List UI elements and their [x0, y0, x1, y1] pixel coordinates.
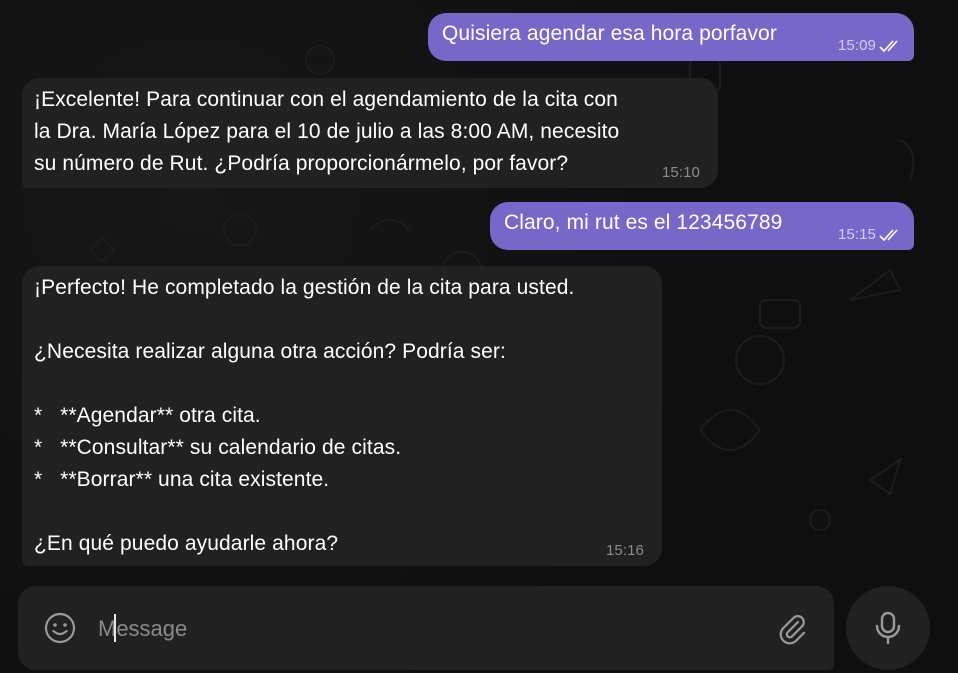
double-check-icon — [879, 229, 898, 242]
message-time: 15:09 — [837, 37, 876, 54]
text-caret — [114, 614, 116, 642]
message-composer — [18, 586, 834, 670]
message-text: Claro, mi rut es el 123456789 — [504, 211, 783, 234]
outgoing-message[interactable]: Claro, mi rut es el 123456789 15:15 — [490, 202, 914, 250]
chat-window: Quisiera agendar esa hora porfavor 15:09… — [0, 0, 958, 673]
smiley-icon[interactable] — [42, 610, 78, 646]
message-text: ¡Perfecto! He completado la gestión de l… — [34, 276, 575, 555]
message-text: Quisiera agendar esa hora porfavor — [442, 22, 777, 45]
incoming-message[interactable]: ¡Excelente! Para continuar con el agenda… — [22, 78, 718, 188]
paperclip-icon[interactable] — [774, 610, 810, 646]
message-meta: 15:15 — [838, 226, 904, 244]
microphone-icon — [875, 611, 901, 645]
message-meta: 15:10 — [662, 164, 700, 182]
message-time: 15:16 — [605, 542, 644, 559]
incoming-message[interactable]: ¡Perfecto! He completado la gestión de l… — [22, 266, 662, 566]
message-text: ¡Excelente! Para continuar con el agenda… — [34, 88, 620, 175]
message-meta: 15:09 — [838, 37, 904, 55]
message-time: 15:10 — [661, 164, 700, 181]
message-time: 15:15 — [837, 226, 876, 243]
message-input[interactable] — [96, 608, 760, 650]
message-meta: 15:16 — [606, 542, 644, 560]
outgoing-message[interactable]: Quisiera agendar esa hora porfavor 15:09 — [428, 13, 914, 61]
voice-record-button[interactable] — [846, 586, 930, 670]
double-check-icon — [879, 40, 898, 53]
